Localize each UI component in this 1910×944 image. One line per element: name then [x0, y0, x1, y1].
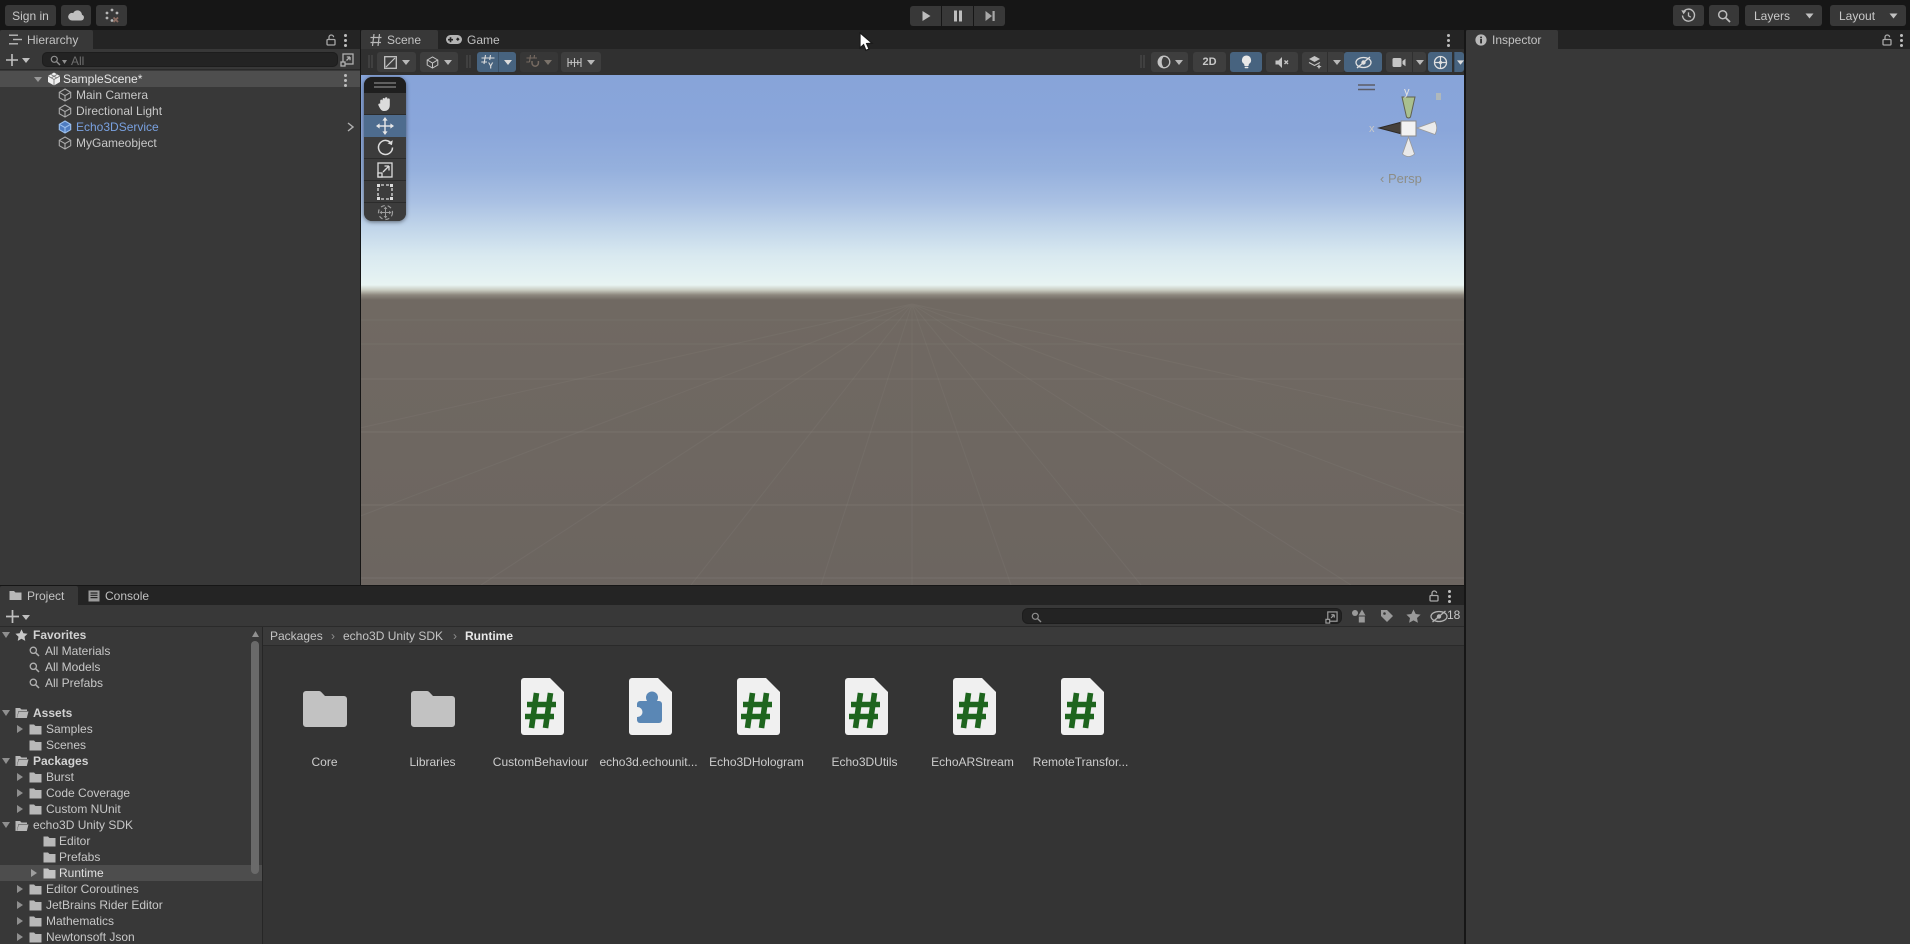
- svg-text:y: y: [1404, 86, 1410, 98]
- svg-text:x: x: [1369, 123, 1375, 135]
- svg-text:Y: Y: [488, 62, 494, 70]
